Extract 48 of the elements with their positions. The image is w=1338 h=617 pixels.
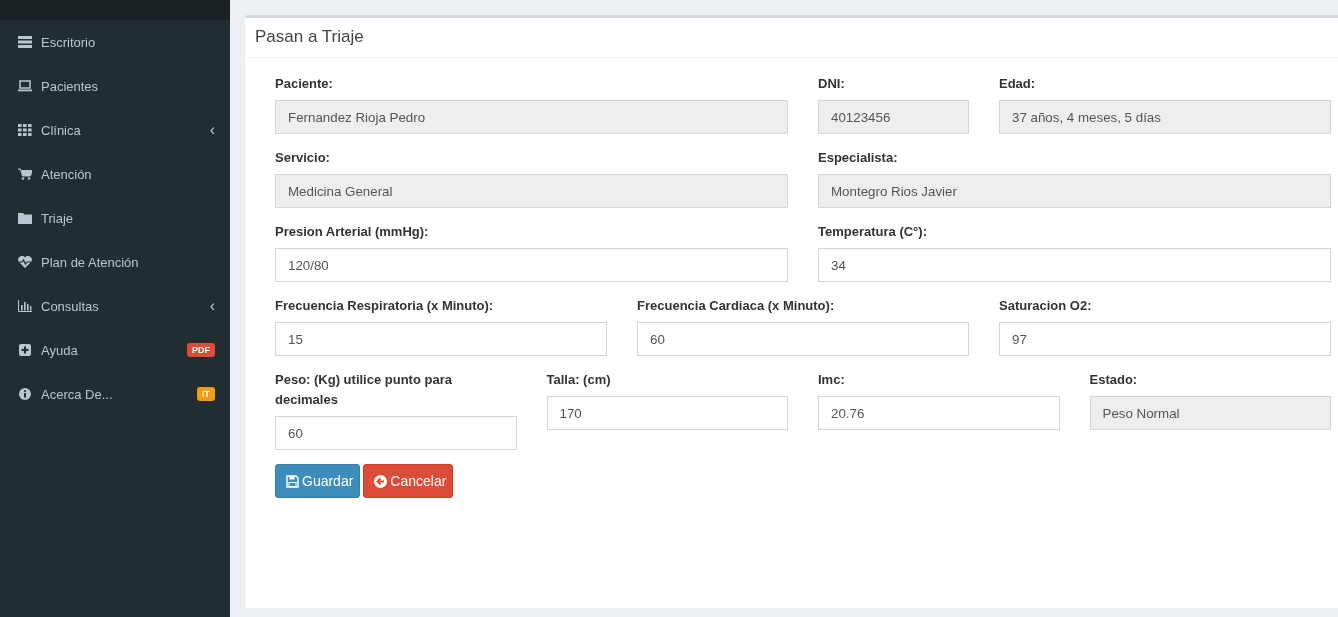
caret-icon: ‹ <box>209 121 215 139</box>
cart-icon <box>18 168 32 180</box>
sidebar-item[interactable]: Pacientes <box>0 64 230 108</box>
field-label: Presion Arterial (mmHg): <box>275 223 430 241</box>
sidebar-item[interactable]: Consultas ‹ <box>0 284 230 328</box>
cancel-button[interactable]: Cancelar <box>363 464 454 498</box>
grid-icon <box>18 124 32 136</box>
field-label: Edad: <box>999 75 1037 93</box>
input-field[interactable]: 60 <box>275 416 517 450</box>
field-label: Temperatura (C°): <box>818 223 928 241</box>
sidebar-item[interactable]: Atención <box>0 152 230 196</box>
field-label: Especialista: <box>818 149 899 167</box>
sidebar-item[interactable]: Ayuda PDF <box>0 328 230 372</box>
input-field[interactable]: 34 <box>818 248 1331 282</box>
sidebar-item[interactable]: Triaje <box>0 196 230 240</box>
field-label: Saturacion O2: <box>999 297 1093 315</box>
input-field[interactable]: 97 <box>999 322 1331 356</box>
field-label: Peso: (Kg) utilice punto para decimales <box>275 371 453 409</box>
info-icon <box>18 388 32 400</box>
list-icon <box>18 36 32 48</box>
caret-icon: ‹ <box>209 297 215 315</box>
input-field[interactable]: 170 <box>546 396 788 430</box>
input-field[interactable]: 15 <box>275 322 607 356</box>
sidebar-item[interactable]: Plan de Atención <box>0 240 230 284</box>
field-label: Estado: <box>1089 371 1139 389</box>
field-label: DNI: <box>818 75 846 93</box>
input-field[interactable]: 120/80 <box>275 248 788 282</box>
badge: PDF <box>187 343 215 357</box>
sidebar-item[interactable]: Escritorio <box>0 20 230 64</box>
bar-chart-icon <box>18 300 32 312</box>
field-label: Paciente: <box>275 75 334 93</box>
field-label: Imc: <box>818 371 846 389</box>
input-field[interactable]: 20.76 <box>818 396 1060 430</box>
badge: IT <box>197 387 215 401</box>
laptop-icon <box>18 80 32 92</box>
save-button[interactable]: Guardar <box>275 464 361 498</box>
field-label: Talla: (cm) <box>546 371 612 389</box>
field-label: Servicio: <box>275 149 331 167</box>
heartbeat-icon <box>18 256 32 268</box>
field-label: Frecuencia Respiratoria (x Minuto): <box>275 297 495 315</box>
field-label: Frecuencia Cardiaca (x Minuto): <box>637 297 836 315</box>
card-title: Pasan a Triaje <box>245 18 1338 58</box>
sidebar-item[interactable]: Acerca De... IT <box>0 372 230 416</box>
back-arrow-icon <box>374 474 388 488</box>
plus-square-icon <box>18 344 32 356</box>
sidebar-item[interactable]: Clínica ‹ <box>0 108 230 152</box>
input-field[interactable]: 60 <box>637 322 969 356</box>
folder-icon <box>18 212 32 224</box>
